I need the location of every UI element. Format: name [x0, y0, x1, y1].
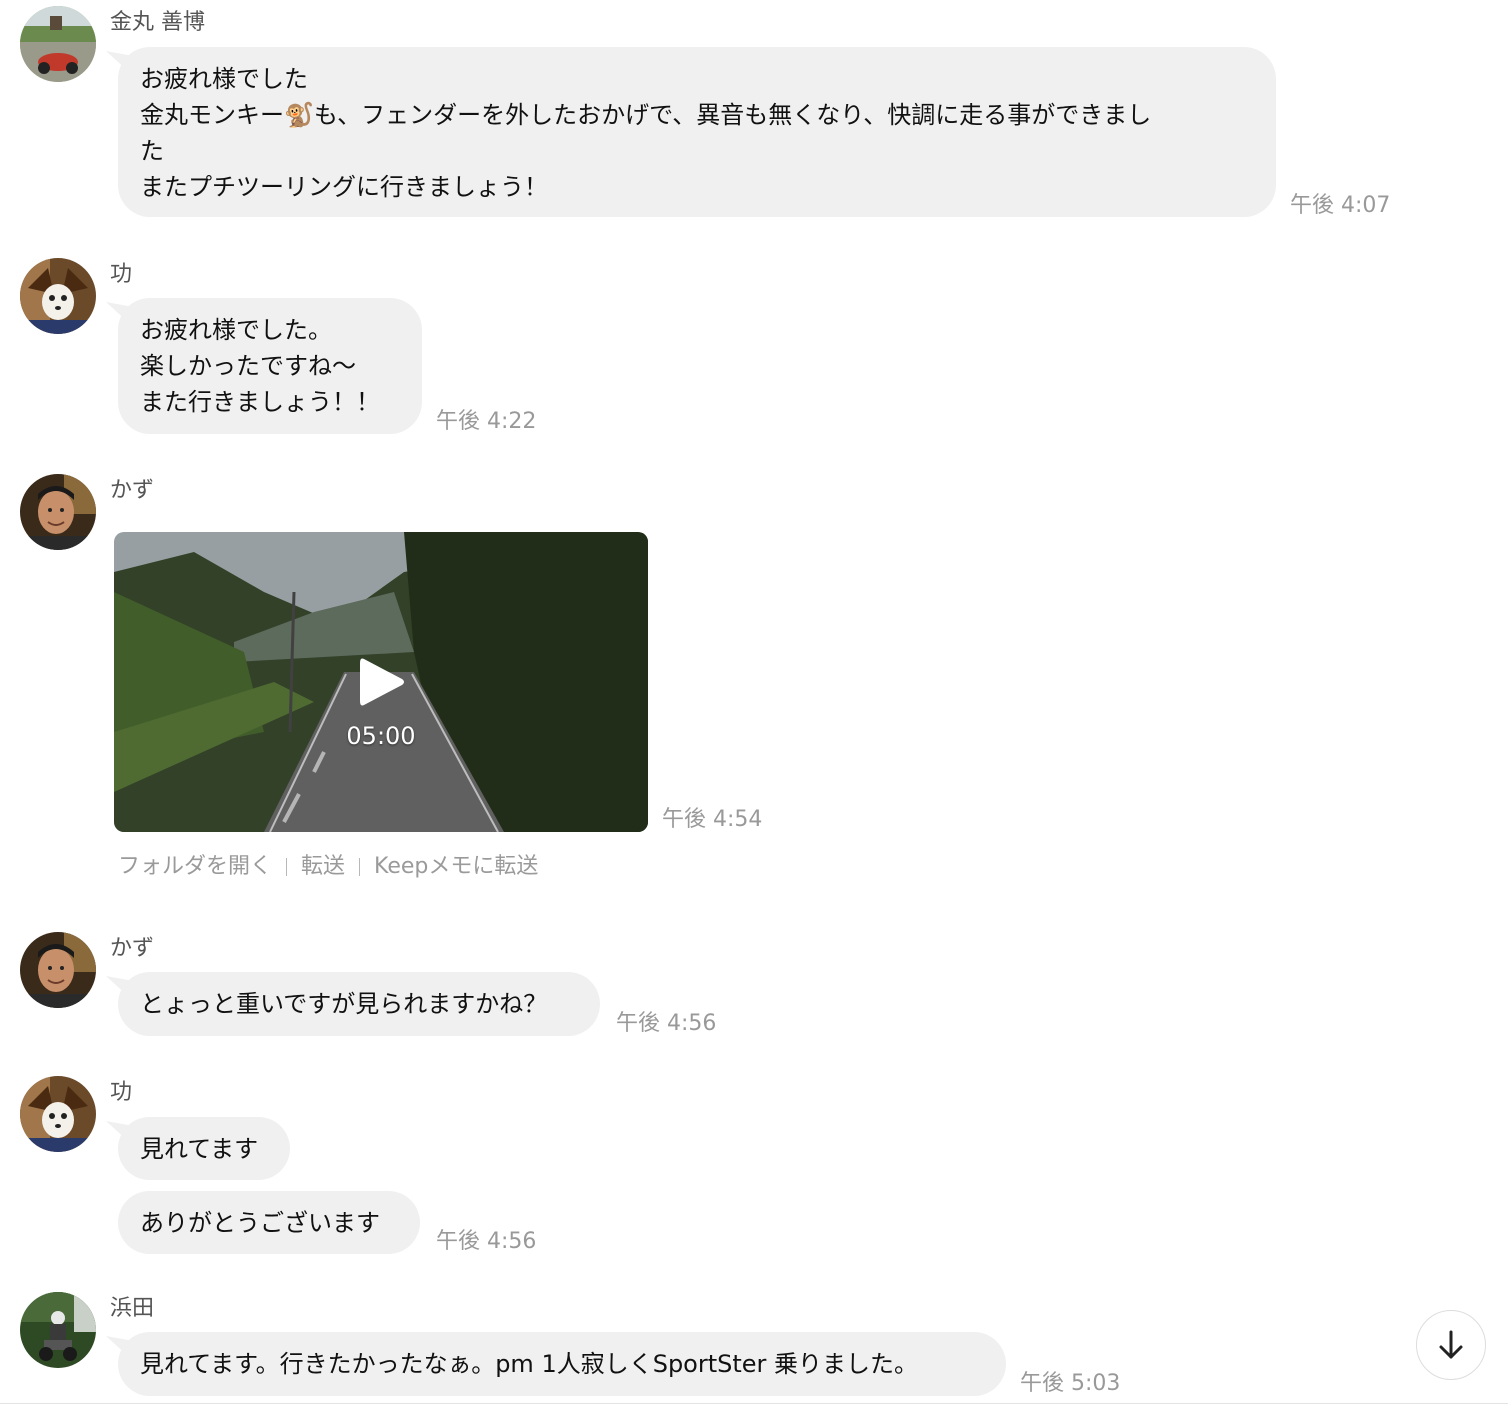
scroll-to-bottom-button[interactable] — [1416, 1310, 1486, 1380]
divider — [0, 1403, 1508, 1404]
message-bubble[interactable]: ありがとうございます — [118, 1191, 420, 1254]
sender-name: 功 — [110, 1080, 133, 1105]
message-line: 金丸モンキー🐒も、フェンダーを外したおかげで、異音も無くなり、快調に走る事ができ… — [140, 101, 1152, 129]
message-bubble[interactable]: とょっと重いですが見られますかね？ — [118, 972, 600, 1036]
message-line: とょっと重いですが見られますかね？ — [140, 990, 548, 1018]
message-bubble[interactable]: 見れてます。行きたかったなぁ。pm 1人寂しくSportSter 乗りました。 — [118, 1332, 1006, 1396]
play-icon[interactable] — [358, 655, 406, 709]
avatar-kanamaru[interactable] — [20, 6, 96, 82]
message-bubble[interactable]: 見れてます — [118, 1117, 290, 1180]
avatar-isao[interactable] — [20, 258, 96, 334]
video-actions: フォルダを開く 転送 Keepメモに転送 — [118, 852, 538, 882]
avatar-kazu[interactable] — [20, 474, 96, 550]
open-folder-link[interactable]: フォルダを開く — [118, 852, 272, 882]
message-timestamp: 午後 4:54 — [662, 807, 763, 832]
sender-name: 金丸 善博 — [110, 10, 205, 35]
message-line: ありがとうございます — [140, 1209, 380, 1237]
message-timestamp: 午後 4:07 — [1290, 193, 1391, 218]
message-timestamp: 午後 4:56 — [616, 1011, 717, 1036]
message-line: お疲れ様でした。 — [140, 316, 332, 344]
keep-memo-forward-link[interactable]: Keepメモに転送 — [374, 852, 538, 882]
message-line: 楽しかったですね〜 — [140, 352, 356, 380]
message-line: お疲れ様でした — [140, 65, 308, 93]
sender-name: かず — [110, 936, 155, 961]
sender-name: かず — [110, 478, 155, 503]
avatar-hamada[interactable] — [20, 1292, 96, 1368]
separator — [286, 858, 288, 876]
message-line: 見れてます。行きたかったなぁ。pm 1人寂しくSportSter 乗りました。 — [140, 1350, 919, 1378]
message-timestamp: 午後 5:03 — [1020, 1371, 1121, 1396]
message-bubble[interactable]: お疲れ様でした。 楽しかったですね〜 また行きましょう！！ — [118, 298, 422, 434]
message-timestamp: 午後 4:22 — [436, 409, 537, 434]
sender-name: 浜田 — [110, 1296, 155, 1321]
separator — [359, 858, 361, 876]
message-line: た — [140, 137, 164, 165]
avatar-isao[interactable] — [20, 1076, 96, 1152]
message-line: またプチツーリングに行きましょう！ — [140, 173, 548, 201]
message-line: 見れてます — [140, 1135, 259, 1163]
message-bubble[interactable]: お疲れ様でした 金丸モンキー🐒も、フェンダーを外したおかげで、異音も無くなり、快… — [118, 47, 1276, 217]
arrow-down-icon — [1439, 1330, 1463, 1359]
sender-name: 功 — [110, 262, 133, 287]
video-duration: 05:00 — [346, 722, 416, 750]
forward-link[interactable]: 転送 — [301, 852, 345, 882]
message-timestamp: 午後 4:56 — [436, 1229, 537, 1254]
message-line: また行きましょう！！ — [140, 388, 380, 416]
avatar-kazu[interactable] — [20, 932, 96, 1008]
